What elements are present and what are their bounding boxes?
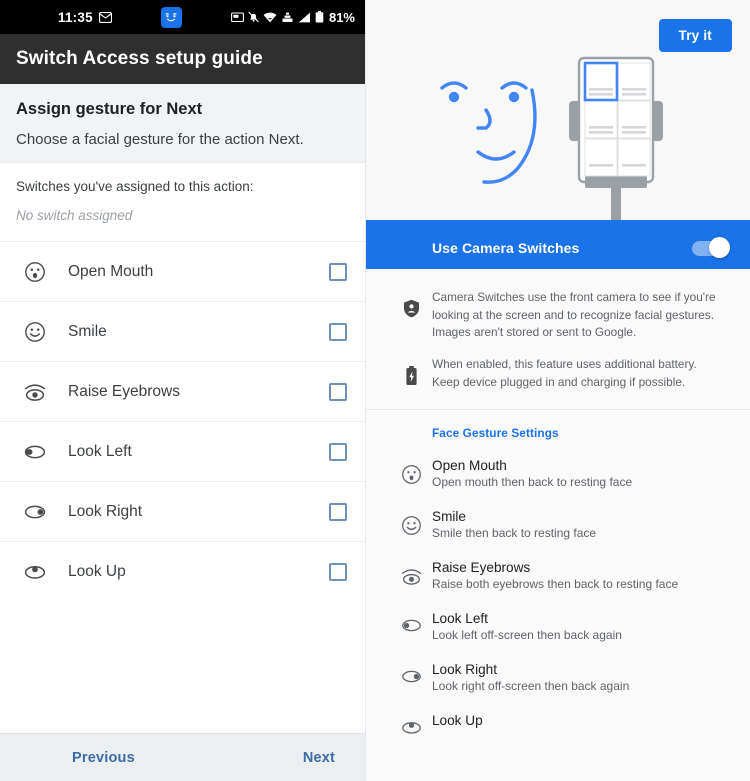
app-bar: Switch Access setup guide (0, 34, 365, 84)
try-it-button[interactable]: Try it (658, 19, 732, 52)
previous-button[interactable]: Previous (72, 750, 135, 766)
status-bar-right: 81% (231, 10, 355, 25)
assigned-switches-value: No switch assigned (16, 208, 133, 223)
open-mouth-face-icon (390, 458, 432, 485)
smile-face-icon (390, 509, 432, 536)
battery-icon (315, 11, 324, 23)
gesture-row-open-mouth[interactable]: Open Mouth (0, 241, 365, 301)
pref-body: Raise Eyebrows Raise both eyebrows then … (432, 560, 728, 591)
pref-title: Open Mouth (432, 458, 507, 474)
right-phone-screen: Try it Use Camera Switches Camera Switch… (366, 0, 750, 781)
dual-screenshot-composite: 11:35 81% Switch Access setup guide Assi… (0, 0, 750, 781)
signal-icon (298, 12, 311, 23)
vpn-icon (281, 12, 294, 23)
pref-row-open-mouth[interactable]: Open Mouth Open mouth then back to resti… (366, 448, 750, 499)
pref-title: Look Up (432, 713, 483, 729)
look-up-eye-icon (20, 563, 50, 581)
gesture-row-look-left[interactable]: Look Left (0, 421, 365, 481)
next-button[interactable]: Next (303, 750, 335, 766)
toggle-knob (709, 237, 730, 258)
pref-row-look-left[interactable]: Look Left Look left off-screen then back… (366, 601, 750, 652)
gesture-checkbox[interactable] (329, 562, 347, 581)
use-camera-switches-toggle[interactable] (692, 237, 730, 258)
battery-charging-icon (390, 356, 432, 391)
gesture-label: Smile (68, 322, 107, 340)
status-bar: 11:35 81% (0, 0, 365, 34)
gesture-row-look-up[interactable]: Look Up (0, 541, 365, 601)
gesture-checkbox[interactable] (329, 442, 347, 461)
pref-subtitle: Look left off-screen then back again (432, 628, 622, 643)
privacy-shield-icon (390, 289, 432, 342)
camera-switches-face-icon (160, 6, 182, 28)
use-camera-switches-row[interactable]: Use Camera Switches (366, 227, 750, 269)
face-gesture-settings-header: Face Gesture Settings (366, 410, 750, 449)
screenshot-icon (231, 11, 244, 23)
pref-title: Raise Eyebrows (432, 560, 531, 576)
gesture-checkbox[interactable] (329, 262, 347, 281)
pref-subtitle: Look right off-screen then back again (432, 679, 630, 694)
gesture-choice-list: Open Mouth Smile Raise Eyebrows Look Lef… (0, 241, 365, 733)
gesture-label: Look Left (68, 442, 132, 460)
gesture-label: Look Up (68, 562, 126, 580)
gesture-label: Open Mouth (68, 262, 154, 280)
assigned-switches-card: Switches you've assigned to this action:… (0, 162, 365, 241)
raise-eyebrows-icon (20, 381, 50, 403)
pref-row-look-up[interactable]: Look Up (366, 703, 750, 746)
pref-title: Smile (432, 509, 466, 525)
status-bar-left: 11:35 (58, 10, 112, 25)
envelope-icon (98, 11, 112, 23)
look-right-eye-icon (20, 503, 50, 521)
raise-eyebrows-icon (390, 560, 432, 587)
gesture-checkbox[interactable] (329, 502, 347, 521)
status-bar-center (112, 6, 231, 28)
info-row-privacy: Camera Switches use the front camera to … (366, 283, 750, 350)
assign-gesture-description: Choose a facial gesture for the action N… (16, 131, 304, 148)
pref-subtitle: Raise both eyebrows then back to resting… (432, 577, 679, 592)
look-right-eye-icon (390, 662, 432, 685)
assigned-switches-label: Switches you've assigned to this action: (16, 179, 254, 194)
status-bar-clock: 11:35 (58, 9, 93, 25)
info-row-battery: When enabled, this feature uses addition… (366, 350, 750, 399)
wizard-navigation-bar: Previous Next (0, 733, 365, 781)
look-left-eye-icon (20, 443, 50, 461)
smile-face-icon (20, 321, 50, 343)
look-left-eye-icon (390, 611, 432, 634)
open-mouth-face-icon (20, 261, 50, 283)
pref-subtitle: Smile then back to resting face (432, 526, 597, 541)
look-up-eye-icon (390, 713, 432, 736)
pref-row-look-right[interactable]: Look Right Look right off-screen then ba… (366, 652, 750, 703)
pref-body: Open Mouth Open mouth then back to resti… (432, 458, 728, 489)
face-gesture-settings-list: Open Mouth Open mouth then back to resti… (366, 448, 750, 781)
gesture-label: Raise Eyebrows (68, 382, 180, 400)
camera-switches-info-block: Camera Switches use the front camera to … (366, 269, 750, 411)
gesture-row-raise-eyebrows[interactable]: Raise Eyebrows (0, 361, 365, 421)
gesture-checkbox[interactable] (329, 322, 347, 341)
left-phone-screen: 11:35 81% Switch Access setup guide Assi… (0, 0, 366, 781)
notifications-muted-icon (248, 11, 259, 23)
gesture-row-look-right[interactable]: Look Right (0, 481, 365, 541)
pref-body: Look Up (432, 713, 728, 730)
gesture-label: Look Right (68, 502, 143, 520)
hero-illustration-area: Try it (366, 0, 750, 227)
pref-subtitle: Open mouth then back to resting face (432, 475, 633, 490)
pref-body: Smile Smile then back to resting face (432, 509, 728, 540)
pref-row-raise-eyebrows[interactable]: Raise Eyebrows Raise both eyebrows then … (366, 550, 750, 601)
gesture-checkbox[interactable] (329, 382, 347, 401)
page-title: Switch Access setup guide (16, 48, 263, 69)
pref-row-smile[interactable]: Smile Smile then back to resting face (366, 499, 750, 550)
battery-info-text: When enabled, this feature uses addition… (432, 357, 697, 389)
pref-body: Look Left Look left off-screen then back… (432, 611, 728, 642)
assign-gesture-block: Assign gesture for Next Choose a facial … (0, 84, 365, 162)
assign-gesture-heading: Assign gesture for Next (16, 100, 203, 118)
gesture-row-smile[interactable]: Smile (0, 301, 365, 361)
battery-percent-label: 81% (328, 9, 355, 25)
pref-body: Look Right Look right off-screen then ba… (432, 662, 728, 693)
privacy-info-text: Camera Switches use the front camera to … (432, 290, 716, 340)
use-camera-switches-label: Use Camera Switches (432, 240, 580, 256)
pref-title: Look Left (432, 611, 488, 627)
wifi-icon (263, 12, 277, 23)
pref-title: Look Right (432, 662, 497, 678)
